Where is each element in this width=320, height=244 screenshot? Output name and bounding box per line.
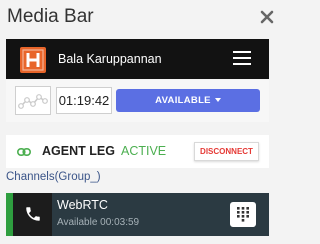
state-timer: 01:19:42 [56,87,112,114]
chart-icon [18,94,48,109]
phone-icon [26,207,40,221]
status-row: 01:19:42 AVAILABLE [6,80,269,122]
disconnect-button[interactable]: DISCONNECT [194,142,259,161]
call-status-text: Available 00:03:59 [57,217,140,228]
window-title: Media Bar [7,6,94,27]
caret-down-icon [214,98,221,103]
agent-leg-state: ACTIVE [121,144,167,158]
logo-icon [20,47,46,73]
availability-label: AVAILABLE [155,95,211,106]
channels-label: Channels(Group_) [6,171,101,183]
agent-header: Bala Karuppannan [6,39,269,79]
agent-leg-label: AGENT LEG [42,144,115,158]
phone-button[interactable] [13,193,52,236]
agent-leg-row: AGENT LEG ACTIVE DISCONNECT [6,135,269,168]
call-channel-name: WebRTC [57,198,108,212]
user-name: Bala Karuppannan [58,52,162,66]
close-icon[interactable] [260,10,274,24]
stats-button[interactable] [15,86,51,115]
availability-dropdown[interactable]: AVAILABLE [116,89,260,112]
menu-icon[interactable] [233,51,251,65]
keypad-button[interactable] [230,202,256,227]
call-row[interactable]: WebRTC Available 00:03:59 [6,193,269,236]
call-status-indicator [6,193,13,236]
link-icon [17,147,31,157]
keypad-icon [237,207,249,222]
